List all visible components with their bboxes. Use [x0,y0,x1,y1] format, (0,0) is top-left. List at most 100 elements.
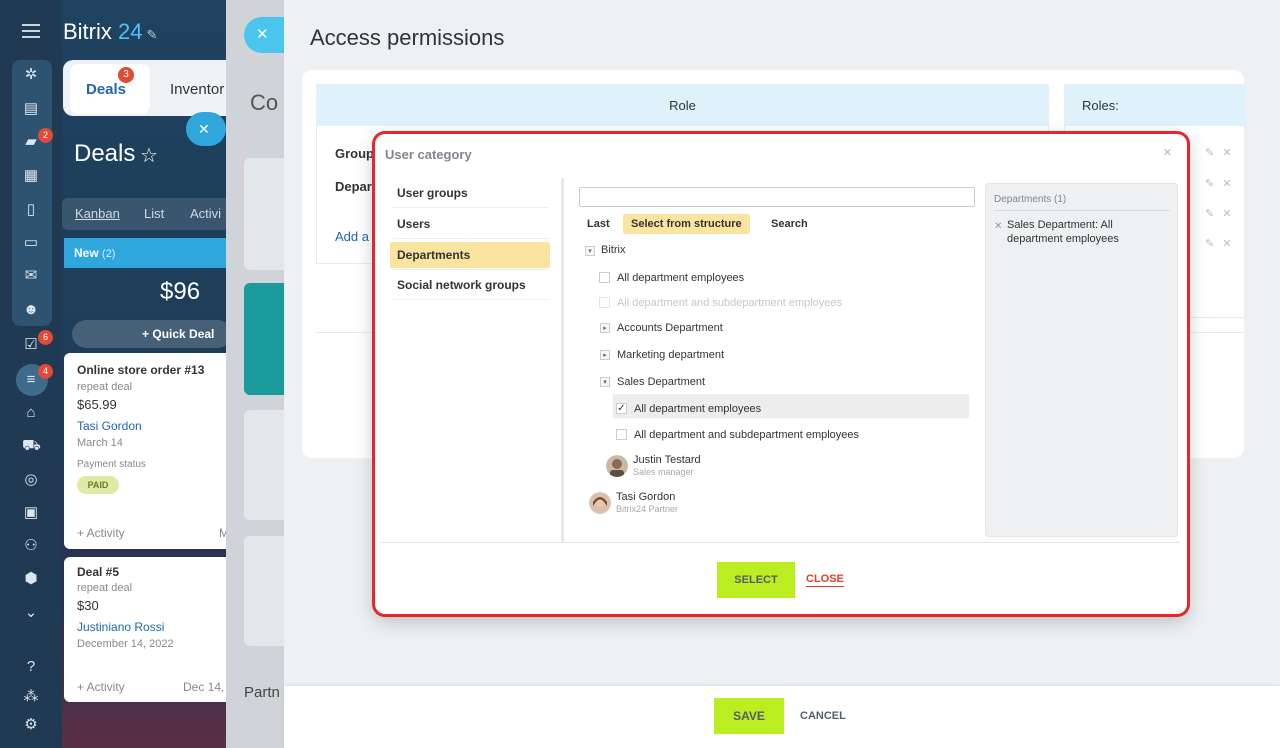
user-name[interactable]: Justin Testard [633,454,701,466]
row-actions[interactable]: ✎✕ [1205,177,1239,190]
tab-deals[interactable]: Deals [70,64,150,114]
checkbox[interactable] [616,429,627,440]
tab-last[interactable]: Last [579,214,618,234]
divider [380,542,1180,543]
deal-title[interactable]: Deal #5 [77,565,119,579]
selected-item: Sales Department: All department employe… [1007,219,1119,245]
deal-price: $65.99 [77,397,117,412]
page-title: Deals [74,140,136,167]
panel-block [244,410,284,520]
tab-search[interactable]: Search [763,214,816,234]
menu-icon[interactable] [22,24,40,38]
quick-deal-button[interactable]: + Quick Deal [72,320,232,348]
deal-card[interactable]: Deal #5 repeat deal $30 Justiniano Rossi… [64,557,232,702]
tree-option-all-sub-employees: All department and subdepartment employe… [617,297,843,309]
select-button[interactable]: SELECT [717,562,795,598]
expand-icon[interactable]: ▸ [600,350,610,360]
category-social-network-groups[interactable]: Social network groups [390,272,550,298]
contact-card-icon[interactable]: ▣ [22,504,40,522]
deal-contact[interactable]: Tasi Gordon [77,419,142,433]
tree-option-all-sub-employees[interactable]: All department and subdepartment employe… [634,428,859,442]
network-icon[interactable]: ⁂ [22,688,40,706]
pencil-icon: ✎ [146,27,158,42]
avatar [606,455,628,477]
funnel-badge: 4 [38,364,53,379]
divider [393,269,549,270]
deal-subtitle: repeat deal [77,582,133,594]
user-role: Bitrix24 Partner [616,504,679,514]
close-button[interactable]: CLOSE [806,574,844,587]
collapse-icon[interactable]: ▾ [600,377,610,387]
row-label: Group [335,146,374,161]
tree-department[interactable]: Accounts Department [617,321,723,335]
add-activity-link[interactable]: + Activity [77,526,125,540]
groups-icon[interactable]: ☻ [22,301,40,319]
mail-icon[interactable]: ✉ [22,267,40,285]
help-icon[interactable]: ? [22,658,40,676]
panel-block [244,283,284,395]
remove-icon[interactable]: ✕ [994,221,1002,232]
target-icon[interactable]: ◎ [22,471,40,489]
save-button[interactable]: SAVE [714,698,784,734]
close-icon[interactable]: × [1163,144,1172,161]
close-slider-icon[interactable]: ✕ [244,17,284,53]
close-icon[interactable]: ✕ [186,112,226,146]
shop-icon[interactable]: ⛟ [22,437,41,455]
calendar-icon[interactable]: ▦ [22,167,40,185]
tree-option-all-employees[interactable]: All department employees [617,271,744,285]
robot-icon[interactable]: ⚇ [22,537,40,555]
row-label: Depar [335,179,372,194]
deal-title[interactable]: Online store order #13 [77,363,204,377]
user-name[interactable]: Tasi Gordon [616,491,675,503]
drive-icon[interactable]: ▭ [22,234,40,252]
add-activity-link[interactable]: + Activity [77,680,125,694]
category-users[interactable]: Users [390,211,550,237]
panel-block [244,536,284,646]
add-access-link[interactable]: Add a [335,229,369,244]
company-icon[interactable]: ⌂ [22,404,40,422]
role-column-header: Role [316,84,1049,126]
box-icon[interactable]: ⬢ [22,570,40,588]
star-icon[interactable]: ☆ [140,143,158,168]
view-activities[interactable]: Activi [190,206,221,221]
tab-select-from-structure[interactable]: Select from structure [623,214,750,234]
search-input[interactable] [579,187,975,207]
more-icon[interactable]: ⌄ [22,604,40,622]
collapse-icon[interactable]: ▾ [585,246,595,256]
selected-header: Departments (1) [994,194,1067,205]
column-total: $96 [160,278,201,305]
docs-icon[interactable]: ▯ [22,201,40,219]
status-badge: PAID [77,476,119,494]
feed-icon[interactable]: ▤ [22,100,40,118]
slider-footer: SAVE CANCEL [284,686,1280,748]
dialog-title: User category [385,147,472,162]
funnel-icon[interactable]: ≡ [22,371,40,389]
tree-option-all-employees[interactable]: All department employees [634,402,761,416]
avatar [589,492,611,514]
deal-card[interactable]: Online store order #13 repeat deal $65.9… [64,353,232,549]
deal-contact[interactable]: Justiniano Rossi [77,620,164,634]
view-list[interactable]: List [144,206,164,221]
deal-extra: Dec 14, [183,680,225,694]
view-kanban[interactable]: Kanban [75,206,120,221]
row-actions[interactable]: ✎✕ [1205,146,1239,159]
tree-root[interactable]: Bitrix [601,243,625,257]
tasks-badge: 6 [38,330,53,345]
kanban-column-header: New (2) [64,238,232,268]
tree-department[interactable]: Sales Department [617,375,705,389]
divider [393,207,549,208]
divider [994,210,1170,211]
checkbox[interactable] [599,272,610,283]
crm-icon[interactable]: ✲ [22,66,40,84]
checked-checkbox[interactable]: ✓ [616,403,627,414]
tree-department[interactable]: Marketing department [617,348,724,362]
category-departments[interactable]: Departments [390,242,550,268]
category-user-groups[interactable]: User groups [390,180,550,206]
expand-icon[interactable]: ▸ [600,323,610,333]
settings-icon[interactable]: ⚙ [22,716,40,734]
background-slider: Co Partn [226,0,284,748]
cancel-button[interactable]: CANCEL [800,710,846,722]
row-actions[interactable]: ✎✕ [1205,207,1239,220]
tab-inventory[interactable]: Inventor [170,81,224,98]
row-actions[interactable]: ✎✕ [1205,237,1239,250]
